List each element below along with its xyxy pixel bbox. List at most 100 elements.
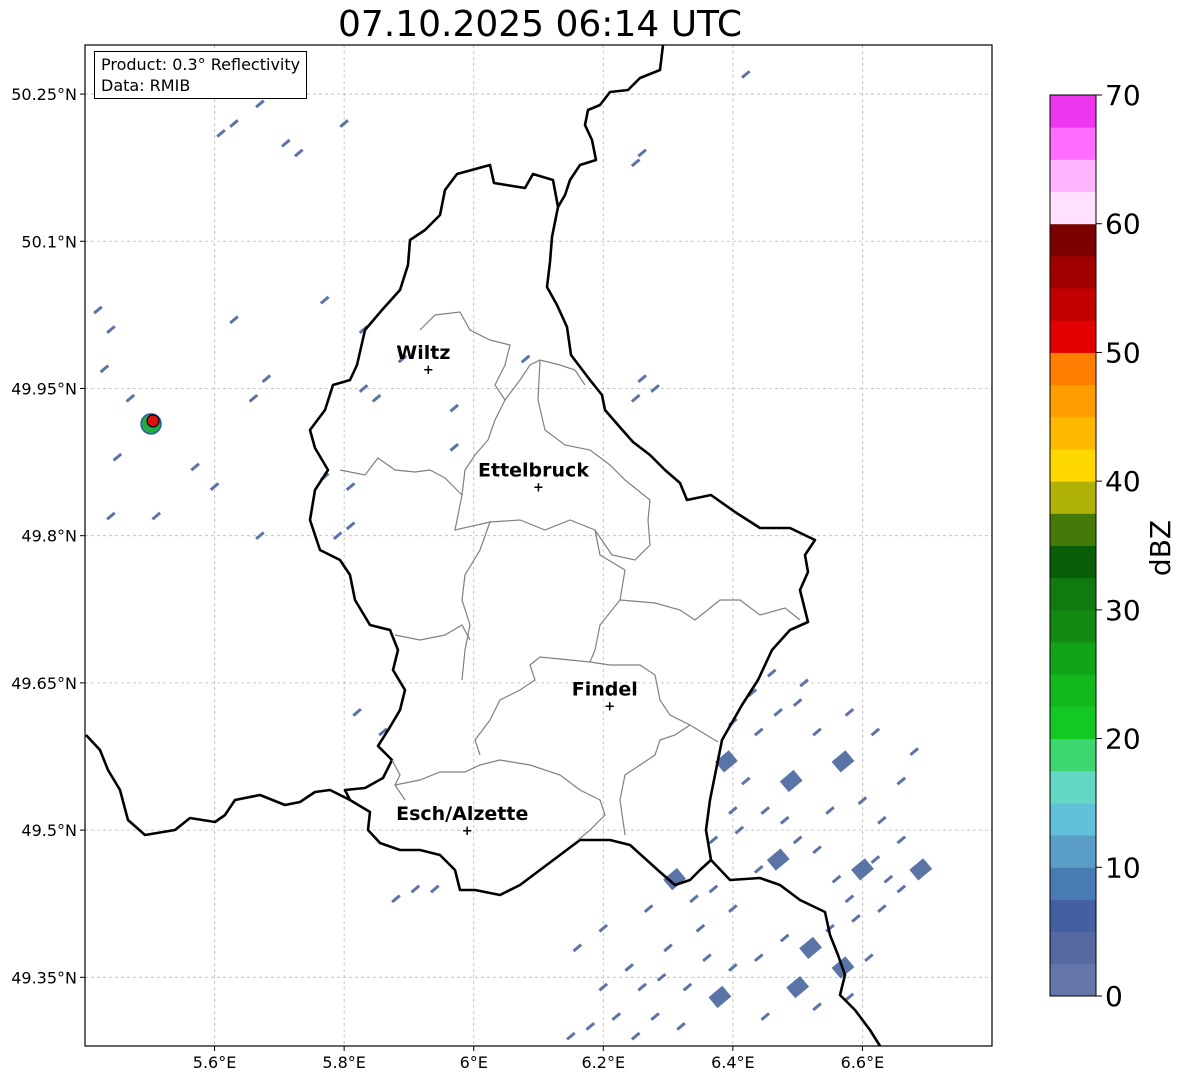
lat-tick-label: 49.5°N (21, 821, 77, 840)
colorbar-tick-label: 10 (1105, 851, 1141, 884)
echo-cell (261, 374, 272, 384)
city-label: Wiltz (396, 342, 450, 364)
canton-line (339, 457, 463, 496)
colorbar-level (1050, 963, 1096, 997)
echo-cell (702, 953, 712, 963)
echo-cell (682, 982, 693, 992)
canton-line (394, 624, 471, 641)
colorbar-level (1050, 642, 1096, 675)
echo-cell (637, 148, 647, 158)
echo-cell (229, 119, 239, 128)
echo-cell (352, 707, 362, 717)
echo-cell (332, 531, 343, 541)
colorbar-level (1050, 95, 1096, 128)
echo-cell (430, 884, 440, 894)
echo-cell (766, 848, 790, 871)
city-marker: + (423, 363, 434, 378)
echo-cell (825, 806, 835, 815)
echo-cell (656, 972, 667, 982)
city-label: Ettelbruck (478, 460, 589, 482)
echo-cell (870, 727, 881, 737)
echo-cell (566, 1031, 576, 1041)
echo-cell (864, 953, 874, 963)
colorbar-level (1050, 159, 1096, 193)
echo-cell (663, 943, 673, 953)
echo-cell (812, 845, 822, 855)
echo-cell (598, 982, 609, 992)
colorbar-tick-label: 50 (1105, 336, 1141, 369)
echo-cell (753, 864, 764, 874)
echo-cell (449, 442, 460, 452)
canton-line (504, 359, 586, 401)
echo-cell (870, 855, 881, 864)
radar-map: +Wiltz+Ettelbruck+Findel+Esch/Alzette 5.… (11, 44, 1177, 1072)
lat-tick-label: 49.35°N (11, 968, 77, 987)
echo-cell (125, 393, 136, 403)
echo-cell (779, 815, 790, 825)
echo-cell (572, 943, 583, 953)
colorbar-level (1050, 513, 1096, 546)
echo-cell (812, 727, 822, 737)
echo-cell (883, 874, 894, 884)
echo-cell (255, 99, 265, 109)
canton-line (454, 494, 651, 561)
colorbar-level (1050, 770, 1096, 804)
echo-cell (319, 295, 330, 305)
lon-tick-label: 6°E (460, 1053, 488, 1072)
echo-cell (345, 521, 356, 531)
colorbar-level (1050, 191, 1096, 225)
colorbar-tick-label: 0 (1105, 980, 1123, 1013)
colorbar-level (1050, 288, 1096, 321)
canton-line (619, 724, 691, 836)
lat-tick-label: 50.25°N (11, 85, 77, 104)
echo-cell (520, 354, 531, 364)
colorbar-level (1050, 577, 1096, 611)
colorbar-level (1050, 481, 1096, 514)
echo-cell (877, 815, 887, 825)
colorbar-tick-label: 30 (1105, 594, 1141, 627)
echo-cell (708, 835, 719, 845)
echo-cell (708, 884, 719, 894)
colorbar-level (1050, 384, 1096, 418)
colorbar-label: dBZ (1144, 520, 1177, 576)
echo-cell (112, 452, 123, 462)
echo-cell (708, 985, 732, 1009)
lon-tick-label: 6.2°E (582, 1053, 626, 1072)
colorbar-level (1050, 931, 1096, 965)
city-label: Findel (572, 678, 638, 700)
canton-line (619, 599, 801, 621)
echo-cell (371, 393, 382, 403)
colorbar-level (1050, 127, 1096, 160)
axis-ticks: 5.6°E 5.8°E 6°E 6.2°E 6.4°E 6.6°E 50.25°N 50.1°… (11, 85, 884, 1072)
colorbar: 0 10 20 30 40 50 60 70 dBZ (1049, 79, 1177, 1013)
colorbar-tick-label: 70 (1105, 79, 1141, 112)
echo-cell (831, 750, 855, 773)
colorbar-level (1050, 706, 1096, 740)
colorbar-level (1050, 899, 1096, 933)
echo-cell (909, 858, 933, 881)
lon-tick-label: 5.6°E (193, 1053, 237, 1072)
german-border-north (556, 44, 665, 208)
echo-cell (99, 364, 110, 374)
luxembourg-border (308, 163, 817, 897)
echo-cell (391, 894, 401, 904)
echo-cell (831, 874, 842, 884)
canton-line (474, 664, 536, 756)
canton-line (529, 529, 626, 666)
lat-tick-label: 49.65°N (11, 674, 77, 693)
echo-cell (760, 1012, 771, 1021)
colorbar-level (1050, 320, 1096, 353)
echo-cell (844, 707, 855, 717)
echo-cell (293, 148, 304, 158)
graticule (85, 45, 992, 1046)
colorbar-tick-label: 20 (1105, 723, 1141, 756)
echo-cell (637, 982, 647, 992)
echo-cell (689, 894, 699, 904)
colorbar-level (1050, 448, 1096, 482)
echo-cell (779, 769, 803, 793)
echo-cell (753, 727, 764, 737)
echo-cell (909, 747, 920, 756)
echo-cell (106, 511, 116, 521)
echo-cell (851, 858, 874, 881)
country-borders (85, 44, 882, 1047)
